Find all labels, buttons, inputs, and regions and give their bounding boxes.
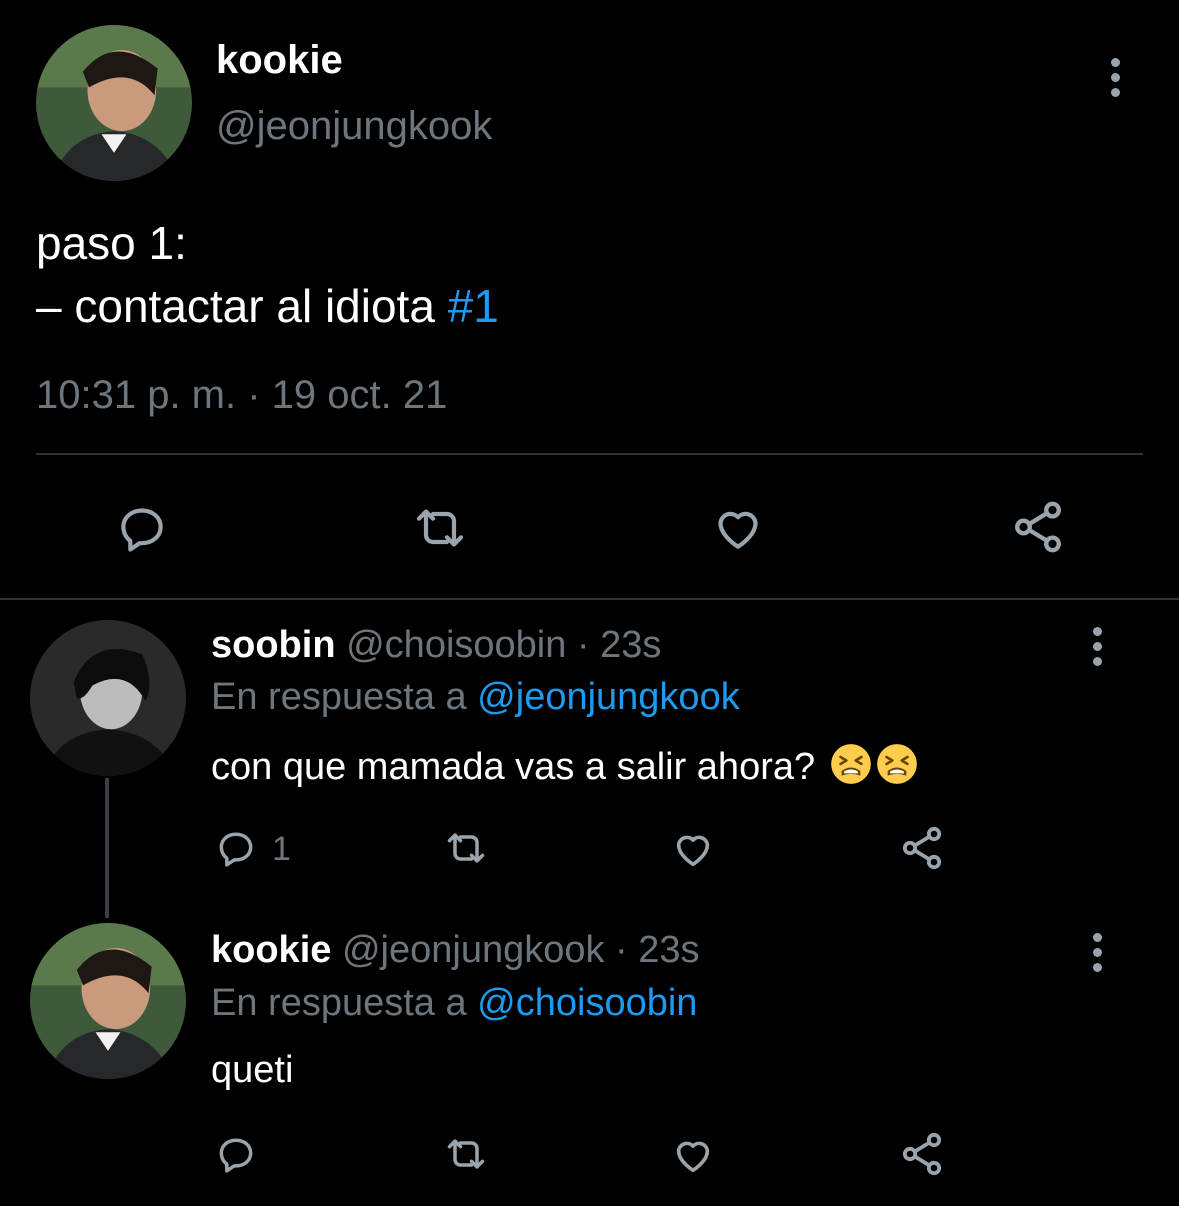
tired-face-emoji — [830, 743, 872, 785]
thread-connector-line — [105, 778, 109, 918]
section-divider — [0, 598, 1179, 600]
reply1-avatar[interactable] — [30, 620, 186, 776]
reply2-text: queti — [211, 1049, 294, 1091]
reply1-share-icon[interactable] — [898, 824, 946, 872]
tweet-thread-view: kookie @jeonjungkook paso 1: – contactar… — [0, 0, 1179, 1206]
reply1-reply-count: 1 — [272, 830, 291, 868]
reply1-text: con que mamada vas a salir ahora? — [211, 743, 918, 789]
main-more-options-icon[interactable] — [1106, 58, 1126, 98]
reply1-display-name[interactable]: soobin — [211, 624, 336, 666]
reply2-reply-icon[interactable] — [213, 1132, 259, 1176]
reply1-mention-link[interactable]: @jeonjungkook — [477, 676, 740, 718]
reply2-more-options-icon[interactable] — [1088, 933, 1108, 973]
reply2-meta[interactable]: @jeonjungkook · 23s — [342, 929, 700, 971]
main-tweet-line1: paso 1: — [36, 217, 187, 269]
reply1-retweet-icon[interactable] — [440, 826, 492, 870]
reply1-reply-to: En respuesta a @jeonjungkook — [211, 676, 740, 719]
main-avatar[interactable] — [36, 25, 192, 181]
reply2-avatar[interactable] — [30, 923, 186, 1079]
like-icon[interactable] — [708, 500, 768, 556]
reply2-reply-to-label: En respuesta a — [211, 982, 478, 1024]
reply2-like-icon[interactable] — [669, 1132, 717, 1178]
main-tweet-line2: – contactar al idiota #1 — [36, 275, 499, 338]
reply-icon[interactable] — [113, 500, 171, 556]
share-icon[interactable] — [1008, 498, 1068, 556]
main-tweet-line2-text: – contactar al idiota — [36, 280, 448, 332]
reply1-more-options-icon[interactable] — [1088, 627, 1108, 667]
reply1-like-icon[interactable] — [669, 826, 717, 872]
reply2-retweet-icon[interactable] — [440, 1132, 492, 1176]
main-display-name[interactable]: kookie — [216, 38, 343, 83]
reply2-display-name[interactable]: kookie — [211, 929, 331, 971]
reply2-reply-to: En respuesta a @choisoobin — [211, 982, 697, 1025]
tired-face-emoji — [876, 743, 918, 785]
main-handle[interactable]: @jeonjungkook — [216, 104, 492, 149]
reply1-header: soobin @choisoobin · 23s — [211, 624, 661, 667]
main-timestamp[interactable]: 10:31 p. m. · 19 oct. 21 — [36, 373, 447, 418]
retweet-icon[interactable] — [407, 500, 473, 556]
reply2-mention-link[interactable]: @choisoobin — [477, 982, 697, 1024]
reply2-share-icon[interactable] — [898, 1130, 946, 1178]
hashtag-link[interactable]: #1 — [448, 280, 499, 332]
reply1-meta[interactable]: @choisoobin · 23s — [346, 624, 661, 666]
reply2-header: kookie @jeonjungkook · 23s — [211, 929, 700, 972]
reply1-reply-to-label: En respuesta a — [211, 676, 478, 718]
main-tweet-text: paso 1: – contactar al idiota #1 — [36, 212, 499, 338]
main-divider — [36, 453, 1143, 455]
reply1-reply-icon[interactable] — [213, 826, 259, 870]
reply1-text-content: con que mamada vas a salir ahora? — [211, 746, 826, 788]
